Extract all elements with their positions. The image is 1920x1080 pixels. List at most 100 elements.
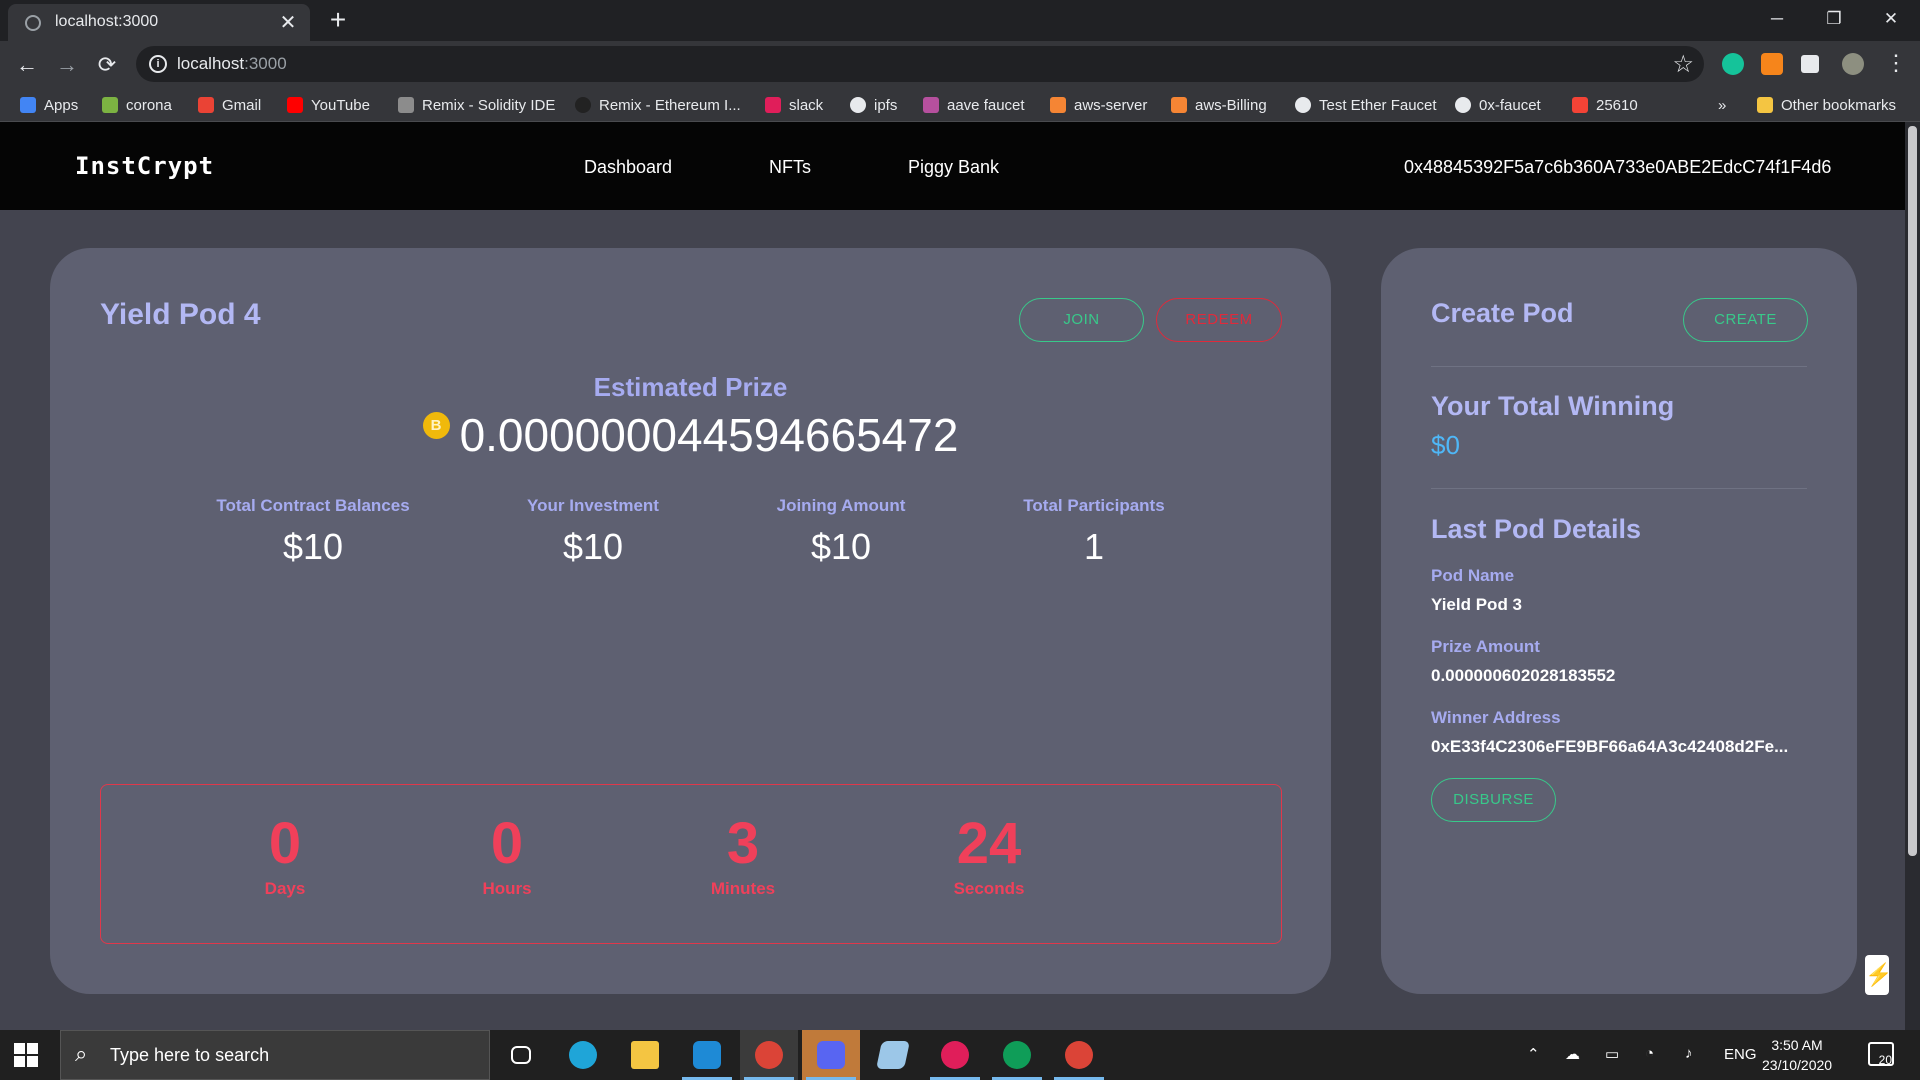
timer-seconds: 24 Seconds	[889, 813, 1089, 899]
pod-name-label: Pod Name	[1431, 566, 1515, 585]
bookmarks-overflow-button[interactable]: »	[1718, 94, 1726, 116]
task-view-icon[interactable]	[492, 1030, 550, 1080]
restore-button[interactable]: ❐	[1806, 0, 1862, 41]
windows-start-icon[interactable]	[14, 1043, 38, 1067]
bookmark-ipfs[interactable]: ipfs	[850, 94, 897, 116]
bookmark-25610[interactable]: 25610	[1572, 94, 1638, 116]
countdown-timer: 0 Days 0 Hours 3 Minutes 24 Seconds	[100, 784, 1282, 944]
discord-icon[interactable]	[802, 1030, 860, 1080]
bookmark-aws-billing[interactable]: aws-Billing	[1171, 94, 1267, 116]
browser-tab[interactable]: localhost:3000 ✕	[8, 4, 310, 41]
bookmark-label: slack	[789, 96, 824, 114]
stat-joining-amount: Joining Amount $10	[711, 496, 971, 568]
address-bar[interactable]: i localhost:3000 ☆	[136, 46, 1704, 82]
timer-value: 3	[726, 811, 760, 876]
globe-icon	[850, 97, 866, 113]
reload-button[interactable]: ⟳	[92, 50, 122, 80]
create-pod-card: Create Pod CREATE Your Total Winning $0 …	[1381, 248, 1857, 994]
create-button[interactable]: CREATE	[1683, 298, 1808, 342]
bookmark-label: 25610	[1596, 96, 1638, 114]
extensions-puzzle-icon[interactable]	[1801, 55, 1819, 73]
total-winning-title: Your Total Winning	[1431, 391, 1675, 421]
stat-your-investment: Your Investment $10	[463, 496, 723, 568]
nav-dashboard[interactable]: Dashboard	[584, 157, 672, 178]
stat-value: $10	[810, 526, 872, 567]
close-window-button[interactable]: ✕	[1863, 0, 1919, 41]
taskbar-search[interactable]: ⌕ Type here to search	[60, 1030, 490, 1080]
stat-total-participants: Total Participants 1	[964, 496, 1224, 568]
page-scrollbar[interactable]	[1905, 122, 1920, 1030]
folder-icon	[1757, 97, 1773, 113]
apps-grid-icon	[20, 97, 36, 113]
bookmark-gmail[interactable]: Gmail	[198, 94, 261, 116]
estimated-prize-label: Estimated Prize	[593, 372, 788, 402]
slack-icon	[765, 97, 781, 113]
chrome-profile-icon[interactable]	[988, 1030, 1046, 1080]
bookmarks-bar: Apps corona Gmail YouTube Remix - Solidi…	[0, 88, 1920, 122]
notification-count: 20	[1878, 1053, 1892, 1067]
aws-icon	[1050, 97, 1066, 113]
notes-app-icon[interactable]	[864, 1030, 922, 1080]
minimize-button[interactable]: ─	[1749, 0, 1805, 41]
grammarly-extension-icon[interactable]	[1722, 53, 1744, 75]
bookmark-star-icon[interactable]: ☆	[1672, 50, 1694, 79]
onedrive-icon[interactable]: ☁	[1565, 1045, 1580, 1063]
bookmark-remix-ethereum[interactable]: Remix - Ethereum I...	[575, 94, 741, 116]
disburse-button[interactable]: DISBURSE	[1431, 778, 1556, 822]
redeem-button[interactable]: REDEEM	[1156, 298, 1282, 342]
back-button[interactable]: ←	[12, 50, 42, 80]
edge-icon[interactable]	[554, 1030, 612, 1080]
codeforces-icon	[1572, 97, 1588, 113]
close-tab-icon[interactable]: ✕	[276, 10, 300, 35]
scrollbar-thumb[interactable]	[1908, 126, 1917, 856]
nav-nfts[interactable]: NFTs	[769, 157, 811, 178]
brand-logo[interactable]: InstCrypt	[75, 152, 214, 180]
total-winning-value: $0	[1431, 430, 1460, 460]
profile-avatar[interactable]	[1842, 53, 1864, 75]
stat-label: Joining Amount	[776, 496, 906, 515]
wifi-icon[interactable]: ◔	[1645, 1045, 1654, 1062]
site-info-icon[interactable]: i	[149, 55, 167, 73]
bookmark-other[interactable]: Other bookmarks	[1757, 94, 1896, 116]
battery-icon[interactable]: ▭	[1605, 1045, 1619, 1063]
new-tab-button[interactable]: +	[324, 4, 352, 36]
vscode-icon[interactable]	[678, 1030, 736, 1080]
bookmark-apps[interactable]: Apps	[20, 94, 78, 116]
bookmark-remix-solidity[interactable]: Remix - Solidity IDE	[398, 94, 555, 116]
pod-title: Yield Pod 4	[100, 298, 261, 331]
lightning-icon[interactable]: ⚡	[1865, 955, 1892, 995]
wallet-address: 0x48845392F5a7c6b360A733e0ABE2EdcC74f1F4…	[1404, 157, 1832, 177]
bookmark-test-ether-faucet[interactable]: Test Ether Faucet	[1295, 94, 1437, 116]
timer-label: Hours	[482, 879, 532, 898]
prize-amount-label: Prize Amount	[1431, 637, 1540, 656]
metamask-extension-icon[interactable]	[1761, 53, 1783, 75]
bookmark-youtube[interactable]: YouTube	[287, 94, 370, 116]
join-button[interactable]: JOIN	[1019, 298, 1144, 342]
slack-icon[interactable]	[926, 1030, 984, 1080]
system-clock[interactable]: 3:50 AM 23/10/2020	[1762, 1035, 1832, 1075]
notification-center-icon[interactable]: 20	[1868, 1042, 1894, 1067]
chrome-menu-icon[interactable]: ⋮	[1885, 50, 1907, 76]
bookmark-aws-server[interactable]: aws-server	[1050, 94, 1147, 116]
aws-icon	[1171, 97, 1187, 113]
bookmark-slack[interactable]: slack	[765, 94, 823, 116]
language-indicator[interactable]: ENG	[1724, 1046, 1757, 1063]
timer-minutes: 3 Minutes	[643, 813, 843, 899]
bookmark-corona[interactable]: corona	[102, 94, 172, 116]
url-text[interactable]: localhost:3000	[177, 54, 287, 74]
chevron-up-icon[interactable]: ⌃	[1527, 1045, 1540, 1063]
bookmark-aave-faucet[interactable]: aave faucet	[923, 94, 1025, 116]
chrome-profile-2-icon[interactable]	[1050, 1030, 1108, 1080]
volume-icon[interactable]: ♪	[1685, 1045, 1693, 1062]
file-explorer-icon[interactable]	[616, 1030, 674, 1080]
estimated-prize-value: 0.000000044594665472	[459, 409, 959, 461]
url-port: :3000	[244, 54, 287, 73]
bookmark-label: 0x-faucet	[1479, 96, 1541, 114]
nav-piggy-bank[interactable]: Piggy Bank	[908, 157, 999, 178]
bookmark-0x-faucet[interactable]: 0x-faucet	[1455, 94, 1541, 116]
browser-tab-strip: localhost:3000 ✕ + ─ ❐ ✕	[0, 0, 1920, 41]
timer-label: Seconds	[953, 879, 1025, 898]
forward-button[interactable]: →	[52, 50, 82, 80]
chrome-icon[interactable]	[740, 1030, 798, 1080]
ethereum-icon	[398, 97, 414, 113]
